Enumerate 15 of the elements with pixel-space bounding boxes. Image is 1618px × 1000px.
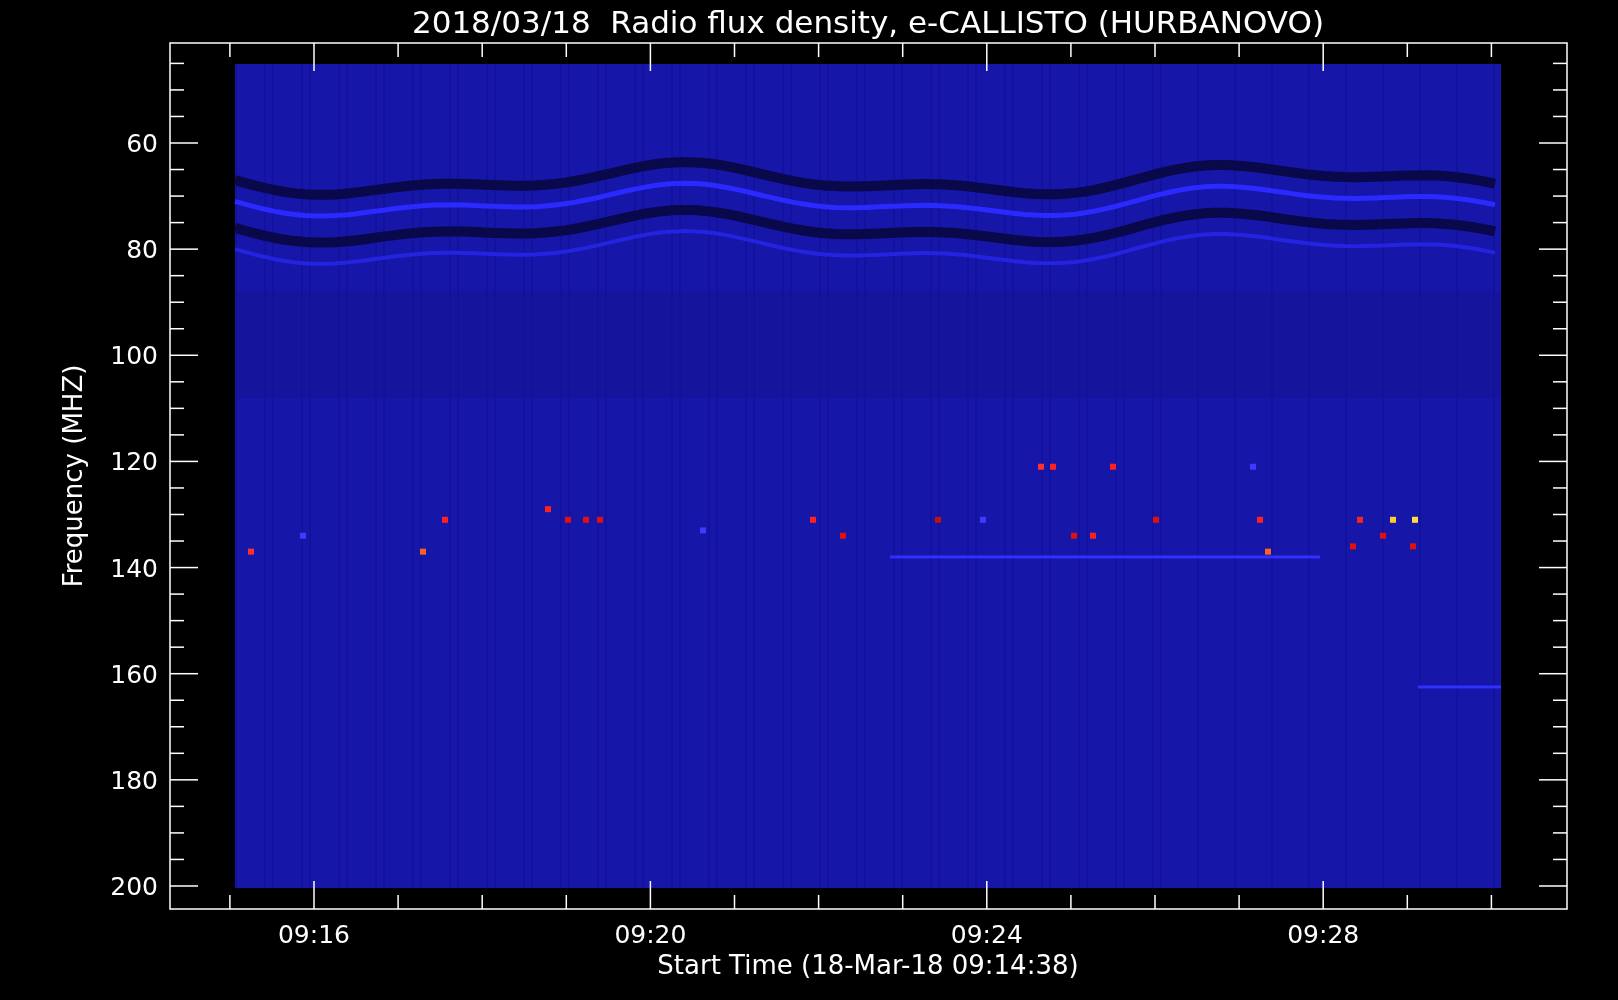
tick-label: 100 [110,341,158,371]
axis-title: Frequency (MHZ) [58,364,88,588]
tick-label: 09:20 [614,920,687,949]
tick-label: 200 [110,872,158,901]
tick-label: 09:16 [278,920,350,949]
tick-label: 09:24 [950,920,1023,949]
tick-label: 160 [110,659,158,689]
chart-title: 2018/03/18 Radio flux density, e-CALLISTO (HURBANOVO) [411,4,1325,40]
tick-label: 120 [110,447,158,477]
tick-label: 140 [110,553,158,583]
tick-label: 60 [126,129,158,158]
tick-label: 80 [126,235,158,265]
axis-title: Start Time (18-Mar-18 09:14:38) [657,950,1079,980]
tick-label: 180 [110,765,158,795]
tick-label: 09:28 [1287,920,1360,949]
